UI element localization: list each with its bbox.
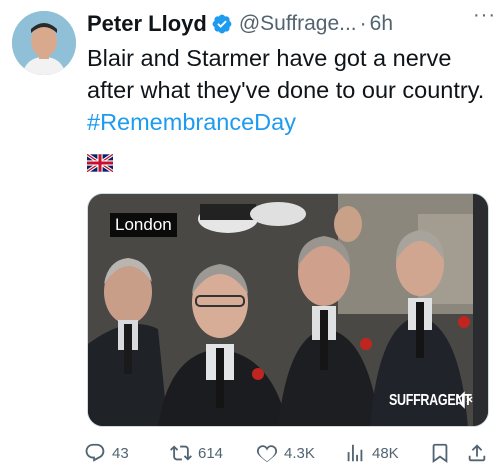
share-icon <box>468 444 486 462</box>
author-name[interactable]: Peter Lloyd <box>87 11 207 37</box>
speaker-muted-icon[interactable] <box>455 391 475 409</box>
location-label: London <box>110 213 177 237</box>
views-chart-icon <box>347 444 363 462</box>
avatar-image <box>12 11 76 75</box>
tweet-text-body: Blair and Starmer have got a nerve after… <box>87 45 485 103</box>
share-button[interactable] <box>466 439 494 467</box>
reply-count: 43 <box>112 444 129 462</box>
like-count: 4.3K <box>284 444 315 462</box>
repost-button[interactable]: 614 <box>170 439 223 467</box>
reply-button[interactable]: 43 <box>84 439 129 467</box>
heart-icon <box>256 445 278 463</box>
tweet-text: Blair and Starmer have got a nerve after… <box>87 42 492 138</box>
more-options-button[interactable]: ··· <box>473 4 496 27</box>
view-count: 48K <box>372 444 399 462</box>
bookmark-icon <box>432 443 448 464</box>
separator-dot: · <box>359 12 367 35</box>
timestamp[interactable]: 6h <box>370 12 393 36</box>
tweet-header: Peter Lloyd @Suffrage... · 6h <box>87 8 492 40</box>
action-bar: 43 614 4.3K 48K <box>84 439 498 467</box>
reply-icon <box>85 443 105 462</box>
repost-icon <box>170 445 192 461</box>
verified-badge-icon <box>212 14 232 34</box>
author-handle[interactable]: @Suffrage... <box>239 12 357 36</box>
bookmark-button[interactable] <box>429 439 457 467</box>
views-button[interactable]: 48K <box>344 439 399 467</box>
repost-count: 614 <box>198 444 224 462</box>
avatar[interactable] <box>12 11 76 75</box>
hashtag-link[interactable]: #RemembranceDay <box>87 109 296 135</box>
video-player[interactable]: London SUFFRAGENT <box>87 193 489 427</box>
uk-flag-icon <box>87 154 113 172</box>
like-button[interactable]: 4.3K <box>256 439 315 467</box>
